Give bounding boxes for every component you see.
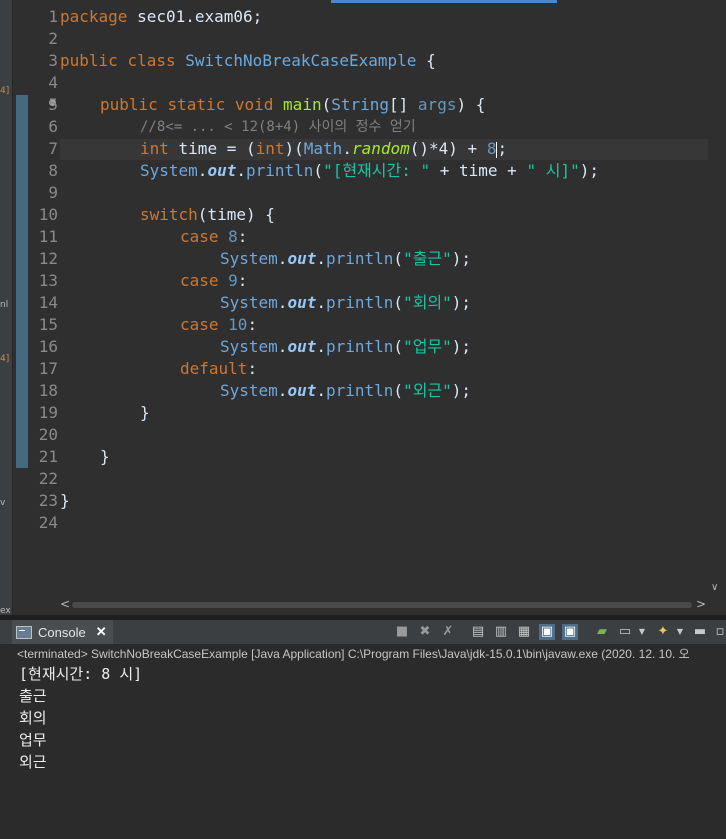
code-editor[interactable]: 1 2 3 4 5 6 7 8 9 10 11 12 13 14 15 16 1…	[13, 0, 726, 615]
code-text-area[interactable]: package sec01.exam06; public class Switc…	[60, 0, 708, 595]
line-number: 12	[38, 249, 58, 268]
line-number: 24	[38, 513, 58, 532]
console-output-area[interactable]: [현재시간: 8 시] 출근 회의 업무 외근	[0, 663, 726, 839]
line-number: 20	[38, 425, 58, 444]
terminate-icon[interactable]: ■	[394, 624, 410, 640]
code-line-1: package sec01.exam06;	[60, 7, 263, 26]
code-line-18: System.out.println("외근");	[220, 381, 472, 400]
console-output-line: 업무	[19, 731, 47, 749]
console-output-line: 회의	[19, 709, 47, 727]
minimize-icon[interactable]: ▬	[692, 624, 708, 640]
code-line-14: System.out.println("회의");	[220, 293, 472, 312]
vertical-scrollbar[interactable]: ∨	[708, 0, 726, 595]
console-output-line: [현재시간: 8 시]	[19, 665, 143, 683]
code-line-17: default:	[180, 359, 258, 378]
show-on-error-icon[interactable]: ▣	[562, 624, 578, 640]
tab-console-label: Console	[38, 624, 86, 640]
horizontal-scroll-thumb[interactable]	[72, 602, 692, 608]
code-line-13: case 9:	[180, 271, 248, 290]
strip-mark: 4]	[0, 354, 10, 364]
line-number: 16	[38, 337, 58, 356]
line-number: 10	[38, 205, 58, 224]
remove-launch-icon[interactable]: ✖	[417, 624, 433, 640]
line-number: 18	[38, 381, 58, 400]
line-number: 21	[38, 447, 58, 466]
line-number: 22	[38, 469, 58, 488]
show-on-output-icon[interactable]: ▣	[539, 624, 555, 640]
code-line-10: switch(time) {	[140, 205, 275, 224]
display-selected-console-icon[interactable]: ▭	[617, 624, 633, 640]
scroll-down-arrow-icon[interactable]: ∨	[711, 582, 718, 593]
line-number: 23	[38, 491, 58, 510]
line-number: 17	[38, 359, 58, 378]
console-process-status: <terminated> SwitchNoBreakCaseExample [J…	[0, 645, 726, 663]
line-number: 5	[48, 95, 58, 114]
line-number: 4	[48, 73, 58, 92]
line-number: 7	[48, 139, 58, 158]
console-vertical-scrollbar[interactable]	[716, 663, 726, 839]
console-output-line: 출근	[19, 687, 47, 705]
scroll-lock-icon[interactable]: ▥	[493, 624, 509, 640]
scroll-left-arrow-icon[interactable]: <	[60, 597, 70, 611]
code-line-6-comment: //8<= ... < 12(8+4) 사이의 정수 얻기	[140, 119, 416, 135]
line-number: 11	[38, 227, 58, 246]
scrollbar-corner	[708, 595, 726, 615]
code-line-8: System.out.println("[현재시간: " + time + " …	[140, 161, 599, 180]
chevron-down-icon[interactable]: ▼	[672, 624, 688, 640]
code-line-12: System.out.println("출근");	[220, 249, 472, 268]
line-number: 13	[38, 271, 58, 290]
code-line-19: }	[140, 403, 150, 422]
close-icon[interactable]: ✕	[96, 624, 107, 640]
line-number: 3	[48, 51, 58, 70]
clear-console-icon[interactable]: ▤	[470, 624, 486, 640]
left-view-strip: 4] nl 4] v ex	[0, 0, 13, 616]
line-number: 15	[38, 315, 58, 334]
line-number: 9	[48, 183, 58, 202]
word-wrap-icon[interactable]: ▦	[516, 624, 532, 640]
line-number-gutter: 1 2 3 4 5 6 7 8 9 10 11 12 13 14 15 16 1…	[13, 0, 58, 595]
code-line-23: }	[60, 491, 70, 510]
console-toolbar: Console ✕ ■ ✖ ✗ ▤ ▥ ▦ ▣ ▣ ▰ ▭ ▼ ✦ ▼ ▬ ▫	[0, 620, 726, 645]
strip-mark: nl	[0, 300, 9, 310]
code-line-16: System.out.println("업무");	[220, 337, 472, 356]
line-number: 8	[48, 161, 58, 180]
maximize-icon[interactable]: ▫	[712, 624, 726, 640]
strip-mark: v	[0, 498, 6, 508]
code-line-11: case 8:	[180, 227, 248, 246]
pin-console-icon[interactable]: ▰	[594, 624, 610, 640]
code-line-3: public class SwitchNoBreakCaseExample {	[60, 51, 436, 70]
code-line-15: case 10:	[180, 315, 258, 334]
chevron-down-icon[interactable]: ▼	[634, 624, 650, 640]
line-number: 14	[38, 293, 58, 312]
console-output-line: 외근	[19, 753, 47, 771]
line-number: 2	[48, 29, 58, 48]
remove-all-terminated-icon[interactable]: ✗	[440, 624, 456, 640]
horizontal-scrollbar[interactable]: < >	[58, 595, 708, 615]
line-number: 6	[48, 117, 58, 136]
console-icon	[16, 625, 32, 639]
tab-console[interactable]: Console ✕	[12, 620, 113, 644]
strip-mark: 4]	[0, 86, 10, 96]
open-console-icon[interactable]: ✦	[655, 624, 671, 640]
scroll-right-arrow-icon[interactable]: >	[696, 597, 706, 611]
code-line-5: public static void main(String[] args) {	[100, 95, 486, 114]
line-number: 19	[38, 403, 58, 422]
code-line-21: }	[100, 447, 110, 466]
code-line-7: int time = (int)(Math.random()*4) + 8;	[140, 139, 508, 158]
line-number: 1	[48, 7, 58, 26]
